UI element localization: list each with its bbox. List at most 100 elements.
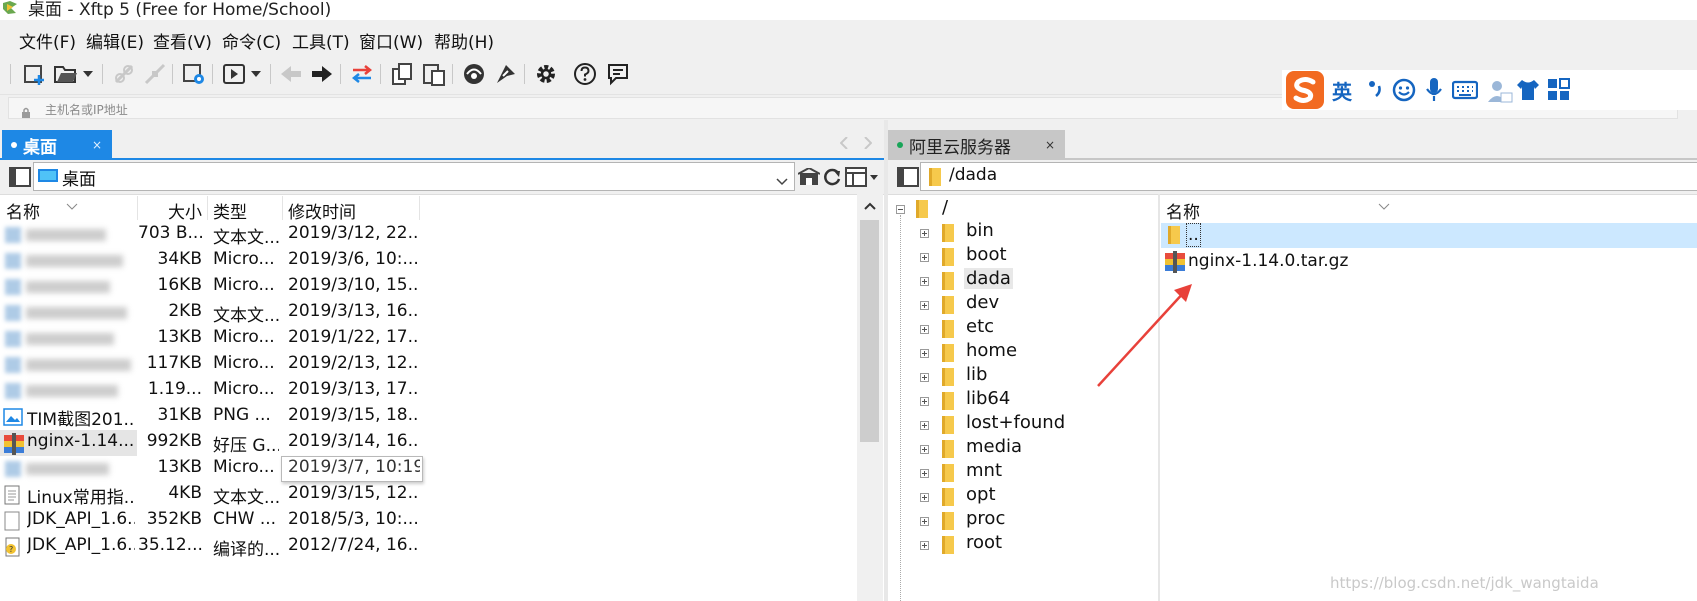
toolbox-grid-icon[interactable]: [1547, 78, 1571, 106]
forward-arrow-icon[interactable]: [308, 60, 336, 88]
file-size: 4KB: [168, 483, 202, 503]
user-account-icon[interactable]: [1487, 78, 1513, 108]
column-size[interactable]: 大小: [138, 198, 202, 223]
menu-command[interactable]: 命令(C): [222, 28, 281, 53]
tree-expand-icon[interactable]: [920, 325, 929, 334]
tree-expand-icon[interactable]: [920, 421, 929, 430]
copy-icon[interactable]: [388, 60, 416, 88]
tree-expand-icon[interactable]: [920, 277, 929, 286]
file-type: Micro...: [213, 379, 275, 399]
microphone-icon[interactable]: [1425, 77, 1443, 107]
left-scrollbar[interactable]: [857, 194, 883, 601]
ime-lang-toggle[interactable]: 英: [1332, 76, 1352, 105]
gear-icon[interactable]: [532, 60, 560, 88]
tree-expand-icon[interactable]: [920, 397, 929, 406]
tab-desktop[interactable]: 桌面 ×: [2, 130, 112, 160]
column-name[interactable]: 名称: [6, 198, 40, 223]
list-item-parent[interactable]: ..: [1161, 223, 1697, 248]
tree-expand-icon[interactable]: [920, 349, 929, 358]
tree-item-lib64[interactable]: lib64: [966, 388, 1010, 409]
xshell-icon[interactable]: [460, 60, 488, 88]
column-modified[interactable]: 修改时间: [288, 198, 356, 223]
left-path-input[interactable]: 桌面: [33, 162, 795, 191]
emoji-icon[interactable]: [1392, 78, 1416, 106]
tree-item-root[interactable]: root: [966, 532, 1002, 553]
column-type[interactable]: 类型: [213, 198, 247, 223]
tab-scroll-left-icon[interactable]: [839, 134, 848, 153]
file-size: 34KB: [157, 249, 202, 269]
file-modified: 2019/3/15, 18...: [288, 405, 420, 425]
file-icon: [3, 355, 23, 379]
keyboard-icon[interactable]: [1451, 80, 1479, 104]
sogou-logo-icon[interactable]: [1286, 71, 1324, 109]
back-arrow-icon[interactable]: [277, 60, 305, 88]
tree-expand-icon[interactable]: [920, 493, 929, 502]
tree-item-root[interactable]: /: [942, 197, 948, 218]
disconnect-icon[interactable]: [141, 60, 169, 88]
list-item-nginx[interactable]: nginx-1.14.0.tar.gz: [1161, 249, 1697, 274]
tree-item-dada[interactable]: dada: [964, 268, 1013, 289]
home-icon[interactable]: [797, 166, 821, 190]
left-path-text: 桌面: [62, 170, 96, 190]
tree-item-bin[interactable]: bin: [966, 220, 994, 241]
tree-item-dev[interactable]: dev: [966, 292, 999, 313]
tree-item-lib[interactable]: lib: [966, 364, 987, 385]
tree-expand-icon[interactable]: [920, 373, 929, 382]
file-name: [27, 301, 135, 321]
tree-expand-icon[interactable]: [920, 253, 929, 262]
tree-expand-icon[interactable]: [920, 469, 929, 478]
right-column-name[interactable]: 名称: [1166, 198, 1200, 223]
path-dropdown-icon[interactable]: [776, 171, 788, 190]
tree-item-media[interactable]: media: [966, 436, 1022, 457]
tree-item-boot[interactable]: boot: [966, 244, 1007, 265]
file-type: 文本文...: [213, 228, 279, 248]
refresh-icon[interactable]: [822, 167, 842, 191]
menu-file[interactable]: 文件(F): [19, 28, 76, 53]
message-icon[interactable]: [604, 60, 632, 88]
tree-item-opt[interactable]: opt: [966, 484, 996, 505]
punctuation-icon[interactable]: [1366, 76, 1384, 104]
help-icon[interactable]: [571, 60, 599, 88]
open-folder-icon[interactable]: [52, 60, 80, 88]
right-path-input[interactable]: /dada: [920, 162, 1697, 191]
desktop-icon: [38, 169, 58, 188]
tree-item-etc[interactable]: etc: [966, 316, 994, 337]
paste-icon[interactable]: [420, 60, 448, 88]
tree-expand-icon[interactable]: [920, 445, 929, 454]
tree-item-mnt[interactable]: mnt: [966, 460, 1002, 481]
view-mode-icon[interactable]: [845, 167, 879, 191]
transfer-icon[interactable]: [348, 60, 376, 88]
tree-item-lost-found[interactable]: lost+found: [966, 412, 1065, 433]
connect-icon[interactable]: [110, 60, 138, 88]
tab-close-icon[interactable]: ×: [92, 138, 102, 152]
folder-icon: [940, 464, 956, 482]
skin-shirt-icon[interactable]: [1515, 78, 1541, 106]
tab-scroll-right-icon[interactable]: [864, 134, 873, 153]
file-size: 703 B...: [138, 223, 202, 243]
new-session-icon[interactable]: [20, 60, 48, 88]
menu-view[interactable]: 查看(V): [153, 28, 212, 53]
menu-window[interactable]: 窗口(W): [359, 28, 423, 53]
scroll-up-icon[interactable]: [864, 202, 876, 210]
toggle-tree-icon[interactable]: [897, 167, 919, 191]
tab-close-icon[interactable]: ×: [1045, 138, 1055, 152]
tree-item-proc[interactable]: proc: [966, 508, 1005, 529]
tree-expand-icon[interactable]: [920, 301, 929, 310]
tree-expand-icon[interactable]: [920, 541, 929, 550]
toggle-tree-icon[interactable]: [9, 167, 31, 191]
menu-edit[interactable]: 编辑(E): [86, 28, 144, 53]
tree-collapse-icon[interactable]: [896, 205, 905, 214]
column-divider: [282, 196, 283, 220]
open-dropdown-icon[interactable]: [80, 60, 96, 88]
terminal-dropdown-icon[interactable]: [248, 60, 264, 88]
tree-expand-icon[interactable]: [920, 229, 929, 238]
menu-tools[interactable]: 工具(T): [292, 28, 350, 53]
tree-expand-icon[interactable]: [920, 517, 929, 526]
terminal-icon[interactable]: [220, 60, 248, 88]
tree-item-home[interactable]: home: [966, 340, 1017, 361]
left-scroll-thumb[interactable]: [860, 220, 879, 442]
xftp-icon[interactable]: [492, 60, 520, 88]
tab-aliyun-server[interactable]: 阿里云服务器 ×: [888, 130, 1065, 160]
properties-icon[interactable]: [180, 60, 208, 88]
menu-help[interactable]: 帮助(H): [434, 28, 494, 53]
